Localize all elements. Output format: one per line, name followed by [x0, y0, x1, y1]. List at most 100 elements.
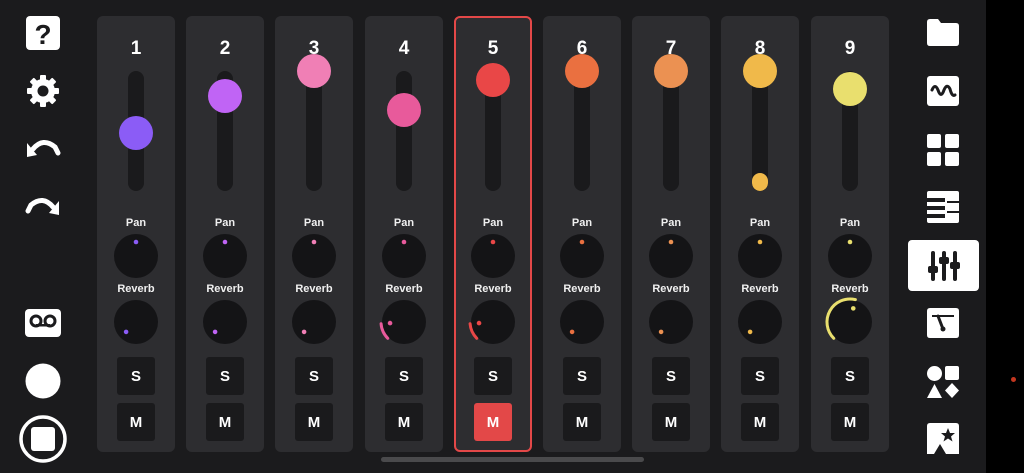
folder-icon[interactable] [926, 17, 960, 47]
mixer-sliders-icon[interactable] [926, 248, 962, 284]
solo-button[interactable]: S [652, 357, 690, 395]
pan-knob[interactable] [738, 234, 782, 278]
solo-button[interactable]: S [206, 357, 244, 395]
reverb-knob[interactable] [379, 300, 426, 344]
reverb-knob[interactable] [825, 297, 872, 344]
knob-position-dot [668, 239, 674, 245]
pan-knob[interactable] [828, 234, 872, 278]
pan-knob[interactable] [114, 234, 158, 278]
stop-icon[interactable] [18, 414, 68, 464]
channel-strip-3[interactable]: 3 Pan Reverb S M [275, 16, 353, 452]
record-circle-icon[interactable] [25, 363, 61, 399]
reverb-amount-arc [468, 322, 479, 340]
mute-button[interactable]: M [474, 403, 512, 441]
mute-button[interactable]: M [831, 403, 869, 441]
redo-icon[interactable] [25, 191, 61, 225]
reverb-knob[interactable] [738, 300, 782, 344]
star-tag-icon[interactable] [926, 422, 960, 456]
channel-number: 9 [844, 38, 856, 59]
knob-position-dot [579, 239, 585, 245]
pan-label: Pan [571, 217, 593, 229]
knob-position-dot [212, 329, 218, 335]
reverb-knob[interactable] [560, 300, 604, 344]
channel-strip-1[interactable]: 1 Pan Reverb S M [97, 16, 175, 452]
reverb-knob[interactable] [649, 300, 693, 344]
pan-knob[interactable] [382, 234, 426, 278]
pan-label: Pan [214, 217, 236, 229]
mute-button[interactable]: M [652, 403, 690, 441]
reverb-knob[interactable] [468, 300, 515, 344]
question-mark-icon[interactable]: ? [25, 15, 61, 51]
channel-strip-6[interactable]: 6 Pan Reverb S M [543, 16, 621, 452]
grid-pads-icon[interactable] [926, 133, 960, 167]
reverb-label: Reverb [206, 283, 244, 295]
reverb-label: Reverb [385, 283, 423, 295]
mute-button[interactable]: M [385, 403, 423, 441]
channel-strip-8[interactable]: 8 Pan Reverb S M [721, 16, 799, 452]
reverb-label: Reverb [474, 283, 512, 295]
tuner-meter-icon[interactable] [926, 307, 960, 339]
reverb-knob[interactable] [292, 300, 336, 344]
volume-fader-track[interactable] [396, 71, 412, 191]
solo-button[interactable]: S [741, 357, 779, 395]
channel-strip-9[interactable]: 9 Pan Reverb S M [811, 16, 889, 452]
shapes-icon[interactable] [926, 365, 960, 399]
knob-position-dot [569, 329, 575, 335]
volume-fader-thumb[interactable] [208, 79, 242, 113]
reverb-label: Reverb [295, 283, 333, 295]
volume-fader-thumb[interactable] [654, 54, 688, 88]
pan-knob[interactable] [649, 234, 693, 278]
volume-fader-thumb[interactable] [565, 54, 599, 88]
mute-button[interactable]: M [206, 403, 244, 441]
pan-knob[interactable] [560, 234, 604, 278]
reverb-knob[interactable] [203, 300, 247, 344]
channel-strip-7[interactable]: 7 Pan Reverb S M [632, 16, 710, 452]
tape-icon[interactable] [25, 309, 61, 337]
volume-fader-track[interactable] [663, 71, 679, 191]
knob-position-dot [387, 320, 393, 326]
waveform-icon[interactable] [926, 75, 960, 107]
pan-label: Pan [660, 217, 682, 229]
mute-button[interactable]: M [295, 403, 333, 441]
volume-fader-thumb[interactable] [119, 116, 153, 150]
volume-fader-thumb[interactable] [833, 72, 867, 106]
reverb-amount-arc [825, 297, 857, 340]
volume-fader-track[interactable] [306, 71, 322, 191]
channel-strip-2[interactable]: 2 Pan Reverb S M [186, 16, 264, 452]
channel-number: 2 [219, 38, 231, 59]
solo-button[interactable]: S [563, 357, 601, 395]
solo-button[interactable]: S [117, 357, 155, 395]
keyboard-icon[interactable] [926, 190, 960, 224]
pan-label: Pan [125, 217, 147, 229]
reverb-knob[interactable] [114, 300, 158, 344]
volume-fader-thumb[interactable] [743, 54, 777, 88]
solo-button[interactable]: S [385, 357, 423, 395]
knob-position-dot [850, 306, 856, 311]
pan-knob[interactable] [203, 234, 247, 278]
volume-fader-thumb[interactable] [297, 54, 331, 88]
solo-button[interactable]: S [831, 357, 869, 395]
channel-number: 5 [487, 38, 499, 59]
pan-label: Pan [393, 217, 415, 229]
volume-fader-thumb[interactable] [387, 93, 421, 127]
mute-button[interactable]: M [117, 403, 155, 441]
pan-knob[interactable] [292, 234, 336, 278]
pan-label: Pan [749, 217, 771, 229]
solo-button[interactable]: S [295, 357, 333, 395]
mute-button[interactable]: M [741, 403, 779, 441]
volume-fader-thumb[interactable] [476, 63, 510, 97]
volume-fader-track[interactable] [752, 71, 768, 191]
undo-icon[interactable] [25, 133, 61, 167]
home-indicator[interactable] [381, 457, 644, 462]
solo-button[interactable]: S [474, 357, 512, 395]
channel-number: 4 [398, 38, 410, 59]
channel-strip-4[interactable]: 4 Pan Reverb S M [365, 16, 443, 452]
pan-knob[interactable] [471, 234, 515, 278]
gear-icon[interactable] [25, 73, 61, 109]
volume-fader-track[interactable] [574, 71, 590, 191]
reverb-label: Reverb [563, 283, 601, 295]
knob-position-dot [847, 239, 853, 245]
mute-button[interactable]: M [563, 403, 601, 441]
channel-strip-5[interactable]: 5 Pan Reverb S M [454, 16, 532, 452]
left-toolbar: ? [0, 0, 86, 473]
